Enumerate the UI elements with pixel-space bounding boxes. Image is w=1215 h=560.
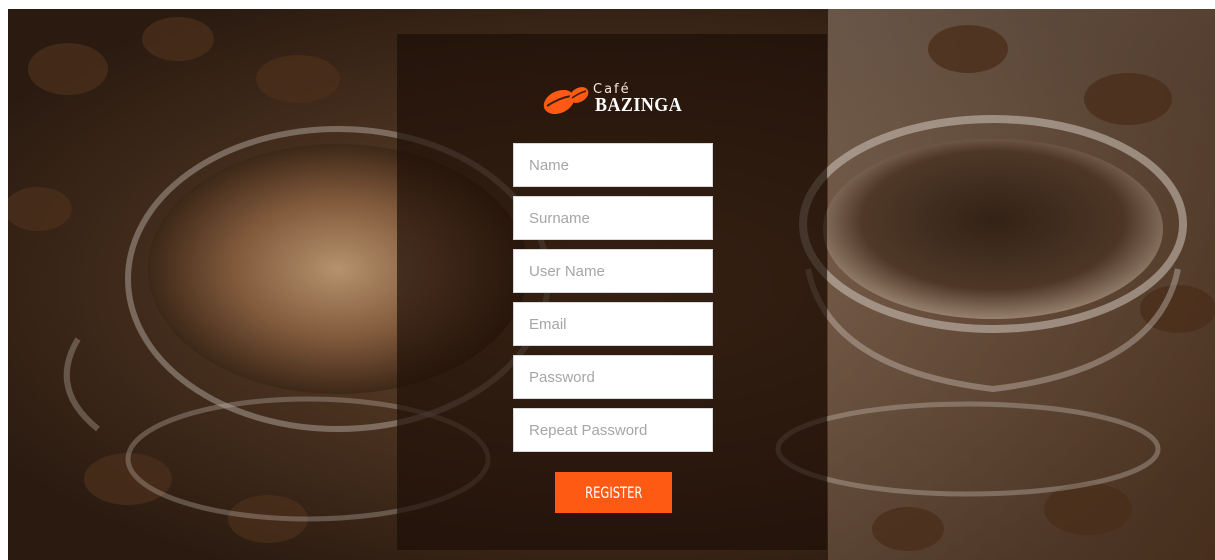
brand-logo: Café BAZINGA bbox=[537, 80, 697, 120]
username-input[interactable] bbox=[513, 249, 713, 293]
brand-name-text: BAZINGA bbox=[595, 94, 683, 116]
page-frame: Café BAZINGA REGISTER bbox=[8, 9, 1215, 560]
repeat-password-input[interactable] bbox=[513, 408, 713, 452]
name-input[interactable] bbox=[513, 143, 713, 187]
email-input[interactable] bbox=[513, 302, 713, 346]
password-input[interactable] bbox=[513, 355, 713, 399]
register-button[interactable]: REGISTER bbox=[555, 472, 672, 513]
register-panel: Café BAZINGA REGISTER bbox=[397, 34, 827, 550]
coffee-beans-icon bbox=[543, 87, 589, 115]
surname-input[interactable] bbox=[513, 196, 713, 240]
register-button-label: REGISTER bbox=[584, 483, 643, 502]
